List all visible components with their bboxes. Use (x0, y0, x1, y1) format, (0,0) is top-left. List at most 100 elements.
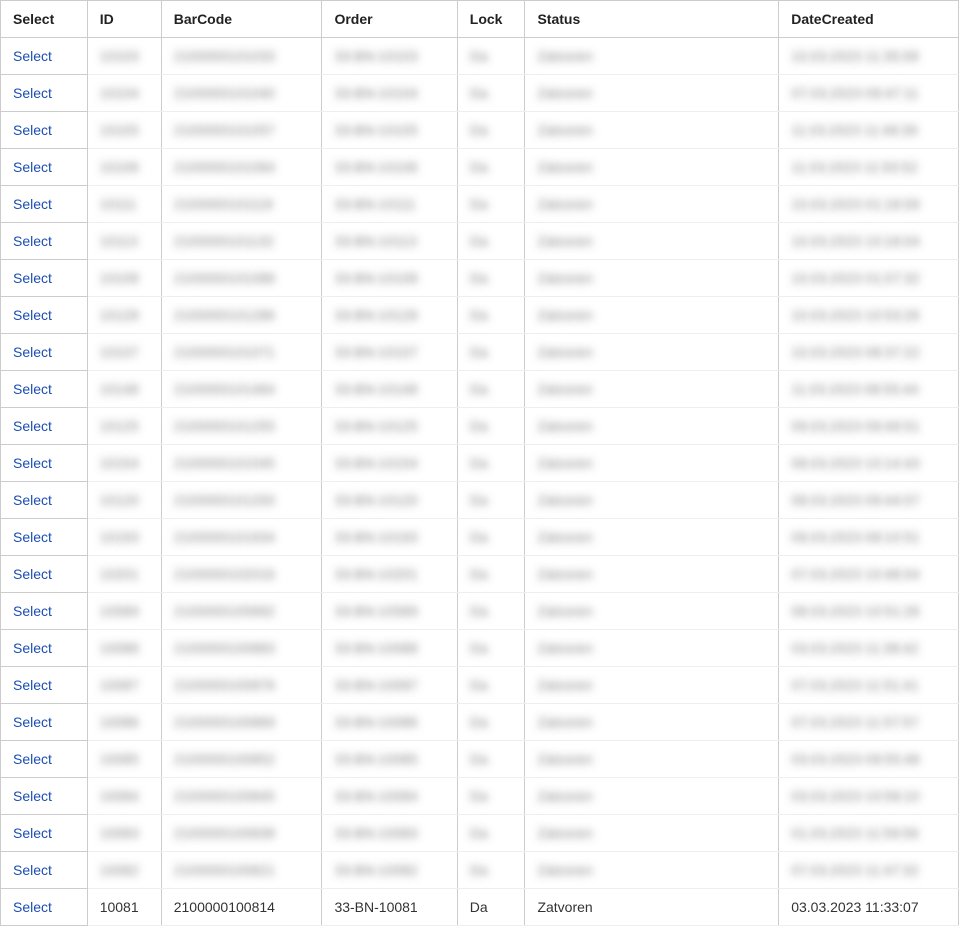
select-link[interactable]: Select (13, 862, 52, 878)
table-header: Select ID BarCode Order Lock Status Date… (1, 1, 959, 38)
cell-id: 10120 (87, 482, 161, 519)
select-link[interactable]: Select (13, 85, 52, 101)
select-link[interactable]: Select (13, 603, 52, 619)
cell-barcode: 2100000100876 (161, 667, 322, 704)
cell-datecreated: 08.03.2023 10:51:26 (779, 593, 959, 630)
cell-datecreated: 09.03.2023 09:49:51 (779, 408, 959, 445)
select-link[interactable]: Select (13, 492, 52, 508)
data-table: Select ID BarCode Order Lock Status Date… (0, 0, 959, 926)
cell-lock: Da (457, 445, 525, 482)
select-link[interactable]: Select (13, 196, 52, 212)
header-status[interactable]: Status (525, 1, 779, 38)
cell-barcode: 2100000100883 (161, 630, 322, 667)
cell-lock: Da (457, 408, 525, 445)
cell-select: Select (1, 297, 88, 334)
cell-order: 33-BN-10108 (322, 260, 457, 297)
cell-order: 33-BN-10083 (322, 815, 457, 852)
cell-barcode: 2100000101286 (161, 297, 322, 334)
table-row: Select10201210000010201633-BN-10201DaZat… (1, 556, 959, 593)
cell-status: Zatvoren (525, 667, 779, 704)
select-link[interactable]: Select (13, 233, 52, 249)
cell-barcode: 2100000101255 (161, 408, 322, 445)
cell-barcode: 2100000100821 (161, 852, 322, 889)
select-link[interactable]: Select (13, 899, 52, 915)
cell-status: Zatvoren (525, 186, 779, 223)
cell-status: Zatvoren (525, 408, 779, 445)
select-link[interactable]: Select (13, 640, 52, 656)
select-link[interactable]: Select (13, 344, 52, 360)
cell-barcode: 2100000105892 (161, 593, 322, 630)
cell-id: 10083 (87, 815, 161, 852)
select-link[interactable]: Select (13, 270, 52, 286)
cell-datecreated: 07.03.2023 09:47:11 (779, 75, 959, 112)
cell-lock: Da (457, 556, 525, 593)
cell-id: 10201 (87, 556, 161, 593)
cell-order: 33-BN-10148 (322, 371, 457, 408)
cell-select: Select (1, 445, 88, 482)
cell-order: 33-BN-10104 (322, 75, 457, 112)
cell-barcode: 2100000101040 (161, 75, 322, 112)
cell-barcode: 2100000101071 (161, 334, 322, 371)
cell-barcode: 2100000102016 (161, 556, 322, 593)
cell-barcode: 2100000100869 (161, 704, 322, 741)
cell-select: Select (1, 75, 88, 112)
cell-datecreated: 03.03.2023 09:55:48 (779, 741, 959, 778)
cell-datecreated: 11.03.2023 11:48:39 (779, 112, 959, 149)
cell-lock: Da (457, 75, 525, 112)
header-barcode[interactable]: BarCode (161, 1, 322, 38)
select-link[interactable]: Select (13, 381, 52, 397)
cell-datecreated: 03.03.2023 11:33:07 (779, 889, 959, 926)
cell-select: Select (1, 556, 88, 593)
cell-lock: Da (457, 593, 525, 630)
cell-id: 10086 (87, 704, 161, 741)
select-link[interactable]: Select (13, 455, 52, 471)
cell-select: Select (1, 704, 88, 741)
select-link[interactable]: Select (13, 714, 52, 730)
cell-barcode: 2100000101064 (161, 149, 322, 186)
cell-datecreated: 07.03.2023 10:48:04 (779, 556, 959, 593)
header-datecreated[interactable]: DateCreated (779, 1, 959, 38)
cell-lock: Da (457, 371, 525, 408)
select-link[interactable]: Select (13, 418, 52, 434)
table-row: Select10125210000010125533-BN-10125DaZat… (1, 408, 959, 445)
select-link[interactable]: Select (13, 307, 52, 323)
cell-order: 33-BN-10193 (322, 519, 457, 556)
cell-id: 10128 (87, 297, 161, 334)
select-link[interactable]: Select (13, 122, 52, 138)
select-link[interactable]: Select (13, 677, 52, 693)
cell-lock: Da (457, 186, 525, 223)
select-link[interactable]: Select (13, 48, 52, 64)
select-link[interactable]: Select (13, 825, 52, 841)
header-select[interactable]: Select (1, 1, 88, 38)
cell-order: 33-BN-10106 (322, 149, 457, 186)
table-row: Select10081210000010081433-BN-10081DaZat… (1, 889, 959, 926)
cell-select: Select (1, 667, 88, 704)
header-order[interactable]: Order (322, 1, 457, 38)
table-row: Select10148210000010148433-BN-10148DaZat… (1, 371, 959, 408)
cell-lock: Da (457, 482, 525, 519)
cell-order: 33-BN-10105 (322, 112, 457, 149)
cell-datecreated: 03.03.2023 11:38:42 (779, 630, 959, 667)
select-link[interactable]: Select (13, 788, 52, 804)
cell-barcode: 2100000100845 (161, 778, 322, 815)
select-link[interactable]: Select (13, 751, 52, 767)
cell-datecreated: 10.03.2023 08:37:22 (779, 334, 959, 371)
cell-barcode: 2100000100852 (161, 741, 322, 778)
table-row: Select10193210000010193433-BN-10193DaZat… (1, 519, 959, 556)
select-link[interactable]: Select (13, 159, 52, 175)
table-row: Select10082210000010082133-BN-10082DaZat… (1, 852, 959, 889)
table-row: Select10154210000010154533-BN-10154DaZat… (1, 445, 959, 482)
cell-id: 10085 (87, 741, 161, 778)
select-link[interactable]: Select (13, 529, 52, 545)
cell-barcode: 2100000101132 (161, 223, 322, 260)
table-row: Select10120210000010120033-BN-10120DaZat… (1, 482, 959, 519)
cell-datecreated: 10.03.2023 01:07:32 (779, 260, 959, 297)
cell-datecreated: 10.03.2023 10:53:26 (779, 297, 959, 334)
cell-lock: Da (457, 815, 525, 852)
table-row: Select10589210000010589233-BN-10589DaZat… (1, 593, 959, 630)
header-lock[interactable]: Lock (457, 1, 525, 38)
header-id[interactable]: ID (87, 1, 161, 38)
cell-select: Select (1, 186, 88, 223)
cell-select: Select (1, 260, 88, 297)
select-link[interactable]: Select (13, 566, 52, 582)
